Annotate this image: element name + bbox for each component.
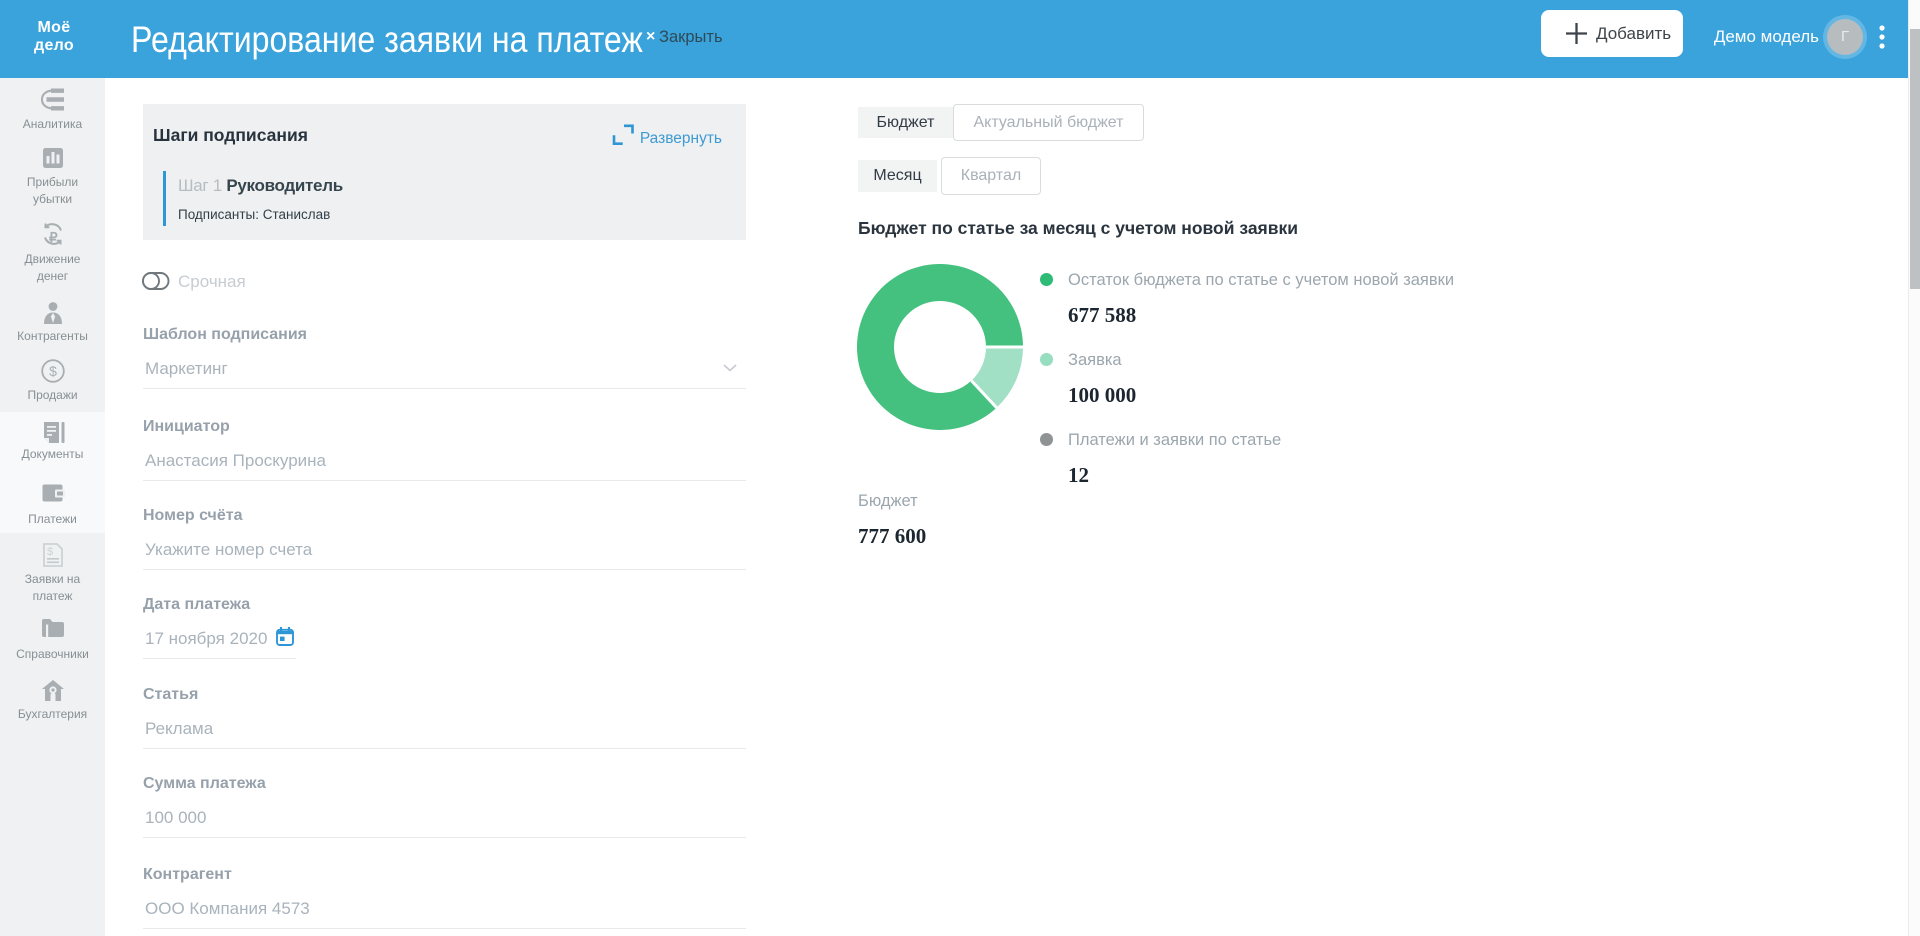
svg-text:$: $ xyxy=(49,363,57,379)
svg-text:$: $ xyxy=(47,546,53,558)
svg-text:₽: ₽ xyxy=(49,230,58,245)
